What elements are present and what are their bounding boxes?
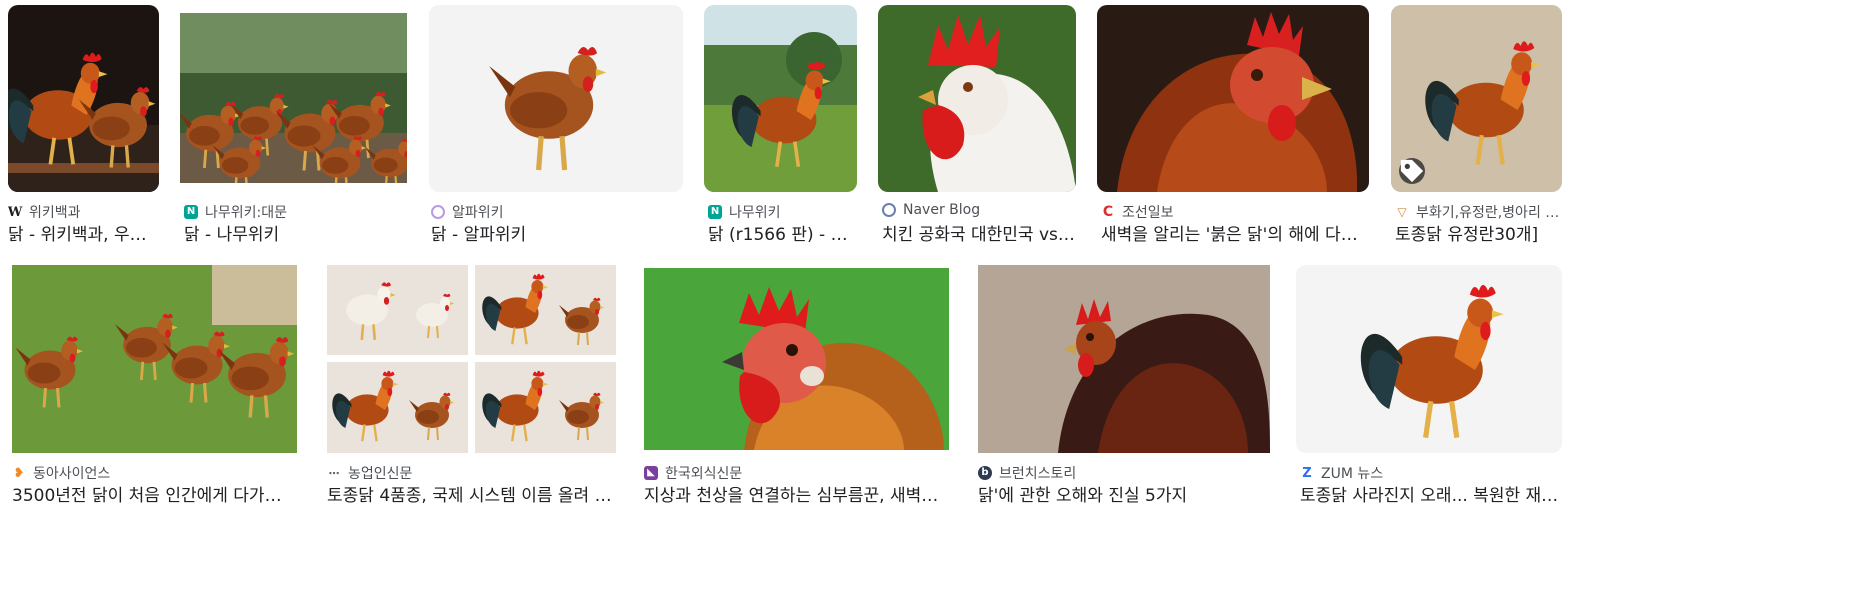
result-source[interactable]: W 위키백과	[8, 202, 159, 222]
naver-blog-icon	[882, 203, 896, 217]
result-title[interactable]: 닭 - 나무위키	[184, 220, 407, 245]
result-title[interactable]: 새벽을 알리는 '붉은 닭'의 해에 다시 희...	[1101, 220, 1369, 245]
result-source[interactable]: 알파위키	[431, 202, 683, 222]
nongup-icon: ⋯	[328, 466, 340, 480]
result-title[interactable]: 닭 - 알파위키	[431, 220, 683, 245]
brown-hen-image	[429, 5, 683, 192]
result-title[interactable]: 지상과 천상을 연결하는 심부름꾼, 새벽을 알리...	[644, 481, 949, 506]
rooster-on-grass-image	[704, 5, 857, 192]
result-title[interactable]: 닭 (r1566 판) - 나무...	[708, 220, 857, 245]
result-title[interactable]: 토종닭 4품종, 국제 시스템 이름 올려 < 영농...	[327, 481, 616, 506]
result-thumbnail[interactable]	[12, 265, 297, 453]
namuwiki-icon: N	[708, 205, 722, 219]
result-thumbnail[interactable]	[978, 265, 1270, 453]
rooster-and-hen-image	[8, 5, 159, 192]
result-thumbnail[interactable]	[644, 268, 949, 450]
chosun-icon: C	[1102, 204, 1114, 220]
result-title[interactable]: 토종닭 사라진지 오래... 복원한 재래닭...	[1300, 481, 1562, 506]
dark-rooster-image	[978, 265, 1270, 453]
korea-food-news-icon: ◣	[644, 466, 658, 480]
white-rooster-closeup-image	[878, 5, 1076, 192]
hen-flock-image	[180, 13, 407, 183]
result-thumbnail[interactable]	[180, 13, 407, 183]
red-hen-closeup-image	[1097, 5, 1369, 192]
product-tag-icon[interactable]	[1399, 158, 1425, 184]
wikipedia-icon: W	[8, 204, 23, 220]
result-thumbnail[interactable]	[878, 5, 1076, 192]
result-thumbnail[interactable]	[429, 5, 683, 192]
result-thumbnail[interactable]	[1296, 265, 1562, 453]
result-title[interactable]: 3500년전 닭이 처음 인간에게 다가왔다 : 동...	[12, 481, 297, 506]
result-source[interactable]: Z ZUM 뉴스	[1300, 463, 1562, 483]
result-source[interactable]: Naver Blog	[882, 202, 1076, 218]
rooster-head-closeup-image	[644, 268, 949, 450]
result-source[interactable]: ◣ 한국외식신문	[644, 463, 949, 483]
result-title[interactable]: 닭'에 관한 오해와 진실 5가지	[978, 481, 1270, 506]
donga-science-icon: ❥	[13, 465, 25, 481]
result-source[interactable]: C 조선일보	[1101, 202, 1369, 222]
result-source[interactable]: ▽ 부화기,유정란,병아리 용...	[1395, 202, 1560, 222]
tag-glyph	[1400, 159, 1424, 183]
namuwiki-icon: N	[184, 205, 198, 219]
result-thumbnail[interactable]	[704, 5, 857, 192]
result-thumbnail[interactable]	[1097, 5, 1369, 192]
hens-on-grass-image	[12, 265, 297, 453]
brunch-icon: b	[978, 466, 992, 480]
zum-icon: Z	[1302, 465, 1312, 481]
four-chicken-breeds-image	[327, 265, 616, 453]
hatchery-icon: ▽	[1397, 205, 1407, 219]
colorful-rooster-image	[1296, 265, 1562, 453]
result-thumbnail[interactable]	[327, 265, 616, 453]
result-thumbnail[interactable]	[1391, 5, 1562, 192]
result-title[interactable]: 치킨 공화국 대한민국 vs. ...	[882, 220, 1076, 245]
result-source[interactable]: ❥ 동아사이언스	[12, 463, 297, 483]
result-source[interactable]: ⋯ 농업인신문	[327, 463, 616, 483]
result-thumbnail[interactable]	[8, 5, 159, 192]
result-title[interactable]: 토종닭 유정란30개]	[1395, 220, 1560, 245]
result-source[interactable]: b 브런치스토리	[978, 463, 1270, 483]
result-title[interactable]: 닭 - 위키백과, 우리 ...	[8, 220, 159, 245]
alphawiki-icon	[431, 205, 445, 219]
result-source[interactable]: N 나무위키:대문	[184, 202, 407, 222]
result-source[interactable]: N 나무위키	[708, 202, 857, 222]
